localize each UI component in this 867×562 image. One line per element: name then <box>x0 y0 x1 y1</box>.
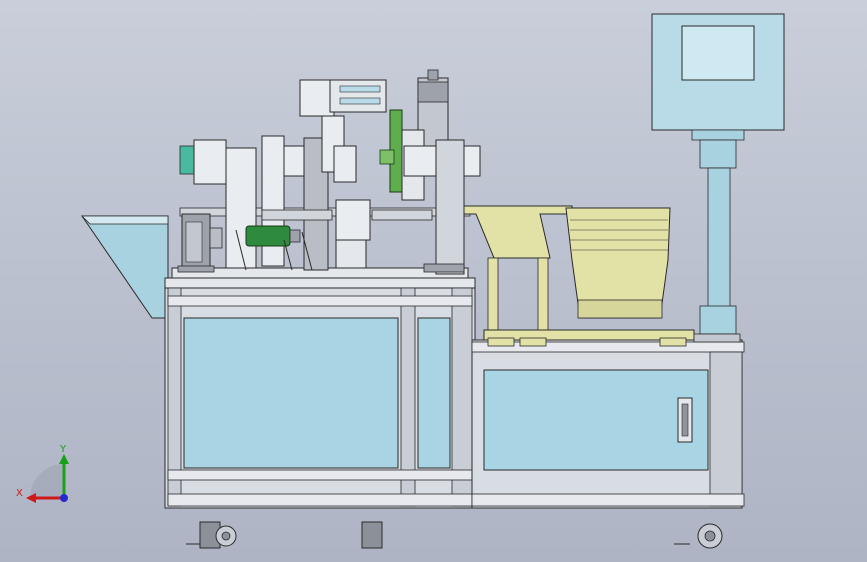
station-left <box>177 139 257 273</box>
pneumatic-cylinder <box>245 225 291 247</box>
discharge-chute <box>81 215 169 319</box>
axis-triad-icon: Y X <box>16 444 69 503</box>
control-panel <box>651 13 785 343</box>
station-center <box>245 79 387 271</box>
station-right <box>371 69 481 275</box>
axis-x-label: X <box>16 488 23 499</box>
machine-assembly-view: Y X <box>16 13 785 549</box>
hmi-screen <box>681 25 755 81</box>
caster-wheel-icon <box>186 521 723 549</box>
axis-y-label: Y <box>59 444 67 455</box>
feeder-cabinet <box>471 339 745 509</box>
vibratory-bowl-feeder <box>463 205 695 347</box>
main-frame <box>164 277 476 509</box>
